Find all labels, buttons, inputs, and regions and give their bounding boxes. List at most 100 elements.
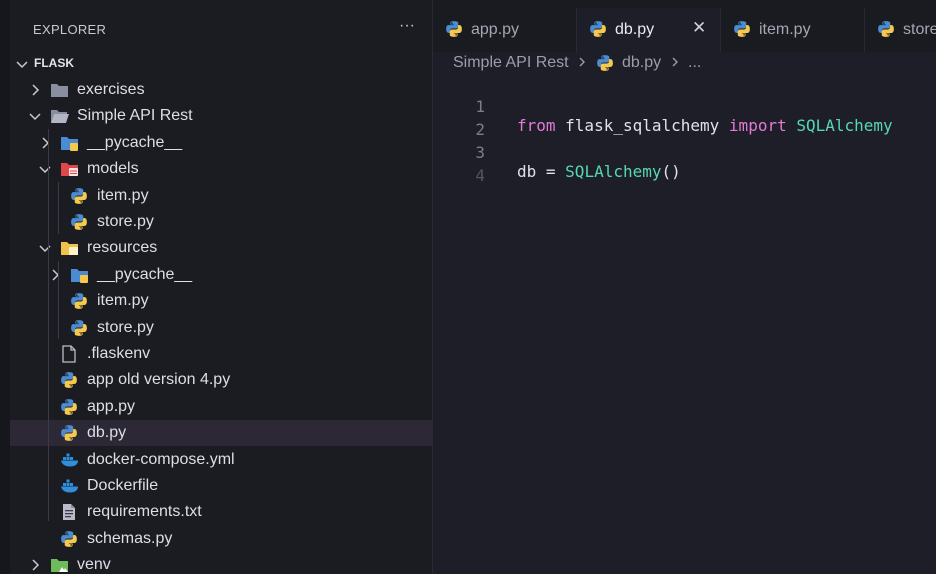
resources-folder-icon: [60, 239, 80, 262]
code-line: 3 db = SQLAlchemy(): [433, 124, 680, 181]
tab-label: app.py: [471, 21, 520, 38]
tree-item-label: resources: [87, 239, 158, 256]
tree-item[interactable]: exercises: [10, 77, 432, 103]
docker-icon: [60, 451, 80, 474]
models-folder-icon: [60, 160, 80, 183]
breadcrumb-folder[interactable]: Simple API Rest: [453, 54, 569, 72]
tree-item[interactable]: Simple API Rest: [10, 103, 432, 129]
chevron-down-icon: [27, 108, 43, 129]
python-icon: [596, 54, 614, 72]
tree-item-label: Simple API Rest: [77, 107, 193, 124]
workspace-folder-header[interactable]: FLASK: [10, 52, 432, 76]
chevron-down-icon: [37, 240, 53, 261]
close-icon[interactable]: ✕: [692, 18, 706, 38]
line-number: 4: [475, 166, 485, 185]
tree-item[interactable]: requirements.txt: [10, 499, 432, 525]
code-text: from flask_sqlalchemy import SQLAlchemy: [517, 116, 893, 135]
folder-open-icon: [50, 107, 70, 130]
tree-item[interactable]: models: [10, 156, 432, 182]
tree-item-label: .flaskenv: [87, 345, 151, 362]
python-icon: [70, 187, 88, 210]
tab-label: store.py: [903, 21, 936, 38]
tab-bar: app.py db.py ✕ item.py store.py: [433, 0, 936, 52]
python-icon: [589, 20, 607, 43]
tree-item[interactable]: app.py: [10, 394, 432, 420]
chevron-right-icon: [577, 56, 587, 71]
chevron-right-icon: [28, 82, 42, 103]
tree-item-label: venv: [77, 556, 111, 573]
code-text: db = SQLAlchemy(): [517, 162, 681, 181]
chevron-down-icon: [37, 161, 53, 182]
indent-guide: [58, 182, 59, 234]
class-name: SQLAlchemy: [565, 162, 662, 181]
python-icon: [60, 530, 78, 553]
tree-item-label: exercises: [77, 81, 145, 98]
tree-item-label: item.py: [97, 187, 149, 204]
explorer-title: EXPLORER: [33, 22, 107, 37]
breadcrumb: Simple API Rest db.py ...: [453, 54, 701, 76]
breadcrumb-more[interactable]: ...: [688, 54, 701, 72]
text-file-icon: [60, 503, 78, 526]
keyword: import: [728, 116, 787, 135]
chevron-right-icon: [28, 557, 42, 574]
tree-item[interactable]: store.py: [10, 209, 432, 235]
pycache-folder-icon: [70, 266, 90, 289]
tab-label: db.py: [615, 21, 655, 38]
indent-guide: [58, 261, 59, 339]
tab-item-py[interactable]: item.py: [721, 8, 865, 52]
tab-label: item.py: [759, 21, 811, 38]
tree-item[interactable]: item.py: [10, 288, 432, 314]
python-icon: [877, 20, 895, 43]
breadcrumb-file[interactable]: db.py: [622, 54, 661, 72]
keyword: from: [517, 116, 556, 135]
tree-item-label: __pycache__: [97, 266, 193, 283]
left-edge: [0, 0, 10, 574]
tree-item-label: app old version 4.py: [87, 371, 231, 388]
python-icon: [445, 20, 463, 43]
tree-item[interactable]: item.py: [10, 183, 432, 209]
folder-icon: [50, 81, 70, 104]
tree-item[interactable]: resources: [10, 235, 432, 261]
pycache-folder-icon: [60, 134, 80, 157]
code-line: 4: [433, 147, 491, 185]
code-line: 1 from flask_sqlalchemy import SQLAlchem…: [433, 78, 892, 135]
tree-item[interactable]: store.py: [10, 315, 432, 341]
chevron-right-icon: [670, 56, 680, 71]
variable: db =: [517, 162, 566, 181]
tree-item-label: schemas.py: [87, 530, 173, 547]
chevron-down-icon: [14, 56, 30, 77]
more-actions-icon[interactable]: ···: [395, 14, 419, 38]
tree-item[interactable]: __pycache__: [10, 130, 432, 156]
tree-item[interactable]: venv: [10, 552, 432, 574]
tree-item-label: Dockerfile: [87, 477, 159, 494]
file-icon: [60, 345, 78, 368]
tree-item[interactable]: .flaskenv: [10, 341, 432, 367]
tree-item[interactable]: Dockerfile: [10, 473, 432, 499]
tree-item-label: requirements.txt: [87, 503, 202, 520]
tree-item-label: __pycache__: [87, 134, 183, 151]
tree-item[interactable]: __pycache__: [10, 262, 432, 288]
docker-icon: [60, 477, 80, 500]
class-name: SQLAlchemy: [786, 116, 893, 135]
indent-guide: [48, 129, 49, 521]
chevron-right-icon: [38, 135, 52, 156]
python-icon: [60, 398, 78, 421]
tree-item-label: docker-compose.yml: [87, 451, 235, 468]
call-parens: (): [661, 162, 681, 181]
venv-folder-icon: [50, 556, 70, 574]
module-name: flask_sqlalchemy: [555, 116, 729, 135]
explorer-sidebar: EXPLORER ··· FLASK exercises Simple API R…: [10, 0, 432, 574]
tree-item[interactable]: docker-compose.yml: [10, 447, 432, 473]
tab-db-py[interactable]: db.py ✕: [577, 8, 721, 52]
tree-item-label: store.py: [97, 319, 154, 336]
python-icon: [60, 371, 78, 394]
chevron-right-icon: [48, 267, 62, 288]
editor-area: app.py db.py ✕ item.py store.py Simple A…: [433, 0, 936, 574]
tree-item[interactable]: schemas.py: [10, 526, 432, 552]
tab-store-py[interactable]: store.py: [865, 8, 936, 52]
python-icon: [733, 20, 751, 43]
tab-app-py[interactable]: app.py: [433, 8, 577, 52]
tree-item[interactable]: app old version 4.py: [10, 367, 432, 393]
tree-item[interactable]: db.py: [10, 420, 432, 446]
tree-item-label: db.py: [87, 424, 127, 441]
